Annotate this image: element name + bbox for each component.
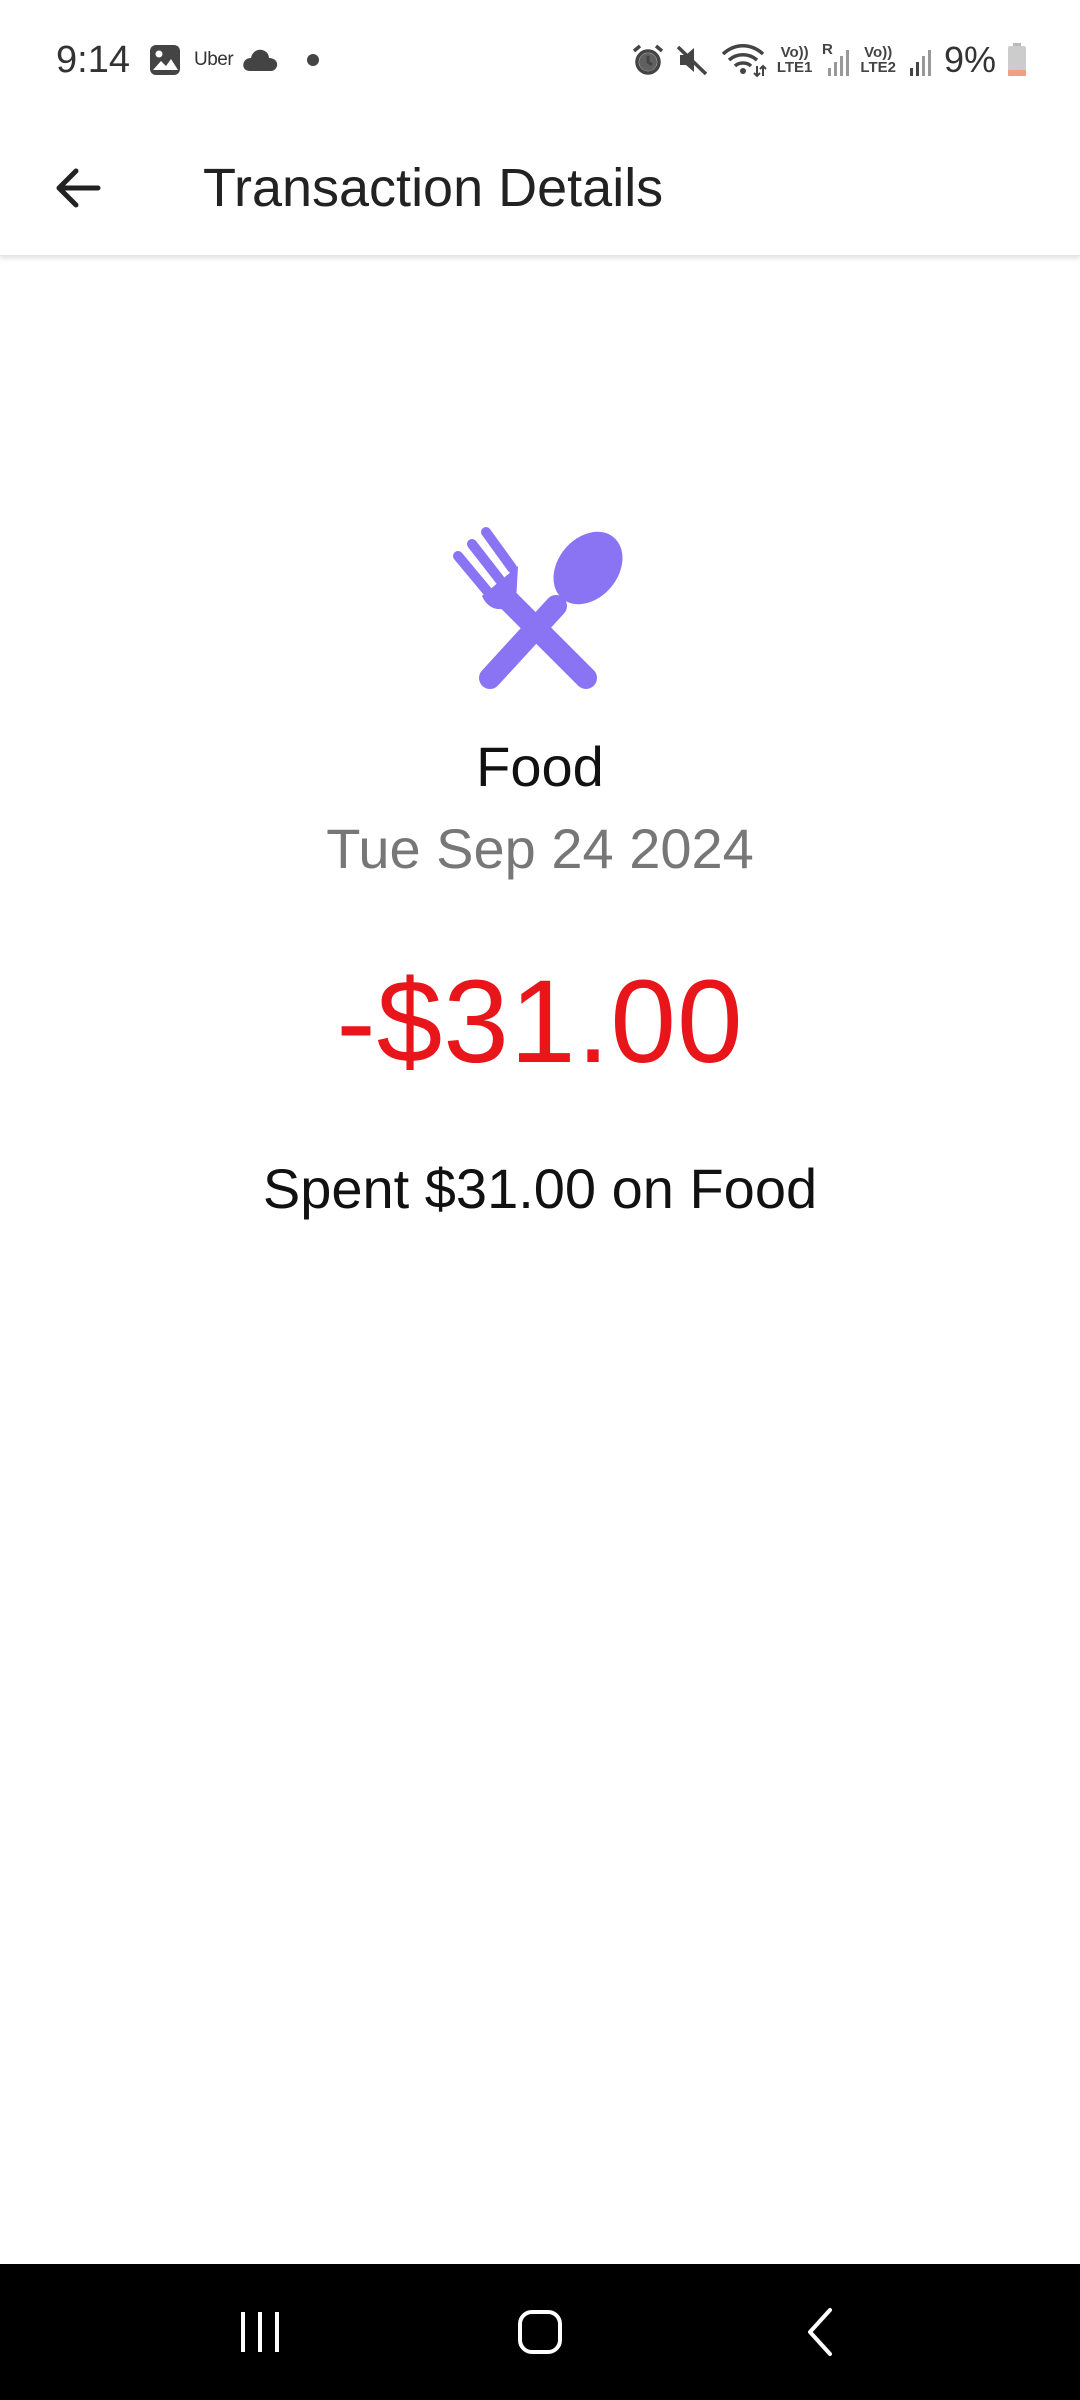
battery-percent: 9% — [943, 39, 996, 80]
transaction-amount: -$31.00 — [336, 956, 744, 1088]
lte1-indicator: Vo)) LTE1 — [777, 45, 813, 75]
gallery-icon — [148, 43, 182, 77]
status-left: 9:14 Uber — [56, 38, 320, 82]
recent-apps-button[interactable] — [200, 2282, 320, 2382]
status-time: 9:14 — [56, 38, 130, 81]
app-toolbar: Transaction Details — [0, 120, 1080, 256]
alarm-icon — [631, 43, 665, 77]
lte2-volte-label: Vo)) — [864, 44, 893, 61]
notification-dot-icon — [307, 54, 320, 66]
lte2-indicator: Vo)) LTE2 — [860, 45, 896, 75]
fork-spoon-icon — [452, 526, 628, 694]
transaction-date: Tue Sep 24 2024 — [326, 817, 754, 880]
back-button[interactable] — [38, 148, 118, 228]
back-nav-button[interactable] — [760, 2282, 880, 2382]
uber-notification-label: Uber — [193, 49, 234, 70]
home-icon — [518, 2310, 562, 2354]
status-bar: 9:14 Uber Vo)) LTE1 R Vo)) LTE2 9% — [0, 0, 1080, 120]
wifi-icon — [719, 42, 767, 78]
cloud-icon — [241, 47, 279, 73]
lte1-label: LTE1 — [776, 59, 813, 76]
signal-sim1-icon: R — [822, 42, 850, 78]
signal-sim2-icon — [906, 42, 934, 78]
home-button[interactable] — [480, 2282, 600, 2382]
status-right: Vo)) LTE1 R Vo)) LTE2 9% — [621, 39, 1028, 81]
transaction-description: Spent $31.00 on Food — [262, 1157, 818, 1220]
arrow-left-icon — [56, 168, 101, 207]
back-nav-icon — [808, 2308, 832, 2356]
battery-icon — [1006, 42, 1028, 78]
mute-icon — [675, 43, 709, 77]
lte2-label: LTE2 — [860, 59, 896, 76]
lte1-volte-label: Vo)) — [780, 44, 809, 61]
recent-apps-icon — [241, 2312, 279, 2352]
category-name: Food — [476, 735, 604, 798]
roaming-label: R — [822, 42, 833, 58]
page-title: Transaction Details — [203, 157, 664, 218]
screen: 9:14 Uber Vo)) LTE1 R Vo)) LTE2 9% Trans… — [0, 0, 1080, 2400]
system-nav-bar — [0, 2264, 1080, 2400]
